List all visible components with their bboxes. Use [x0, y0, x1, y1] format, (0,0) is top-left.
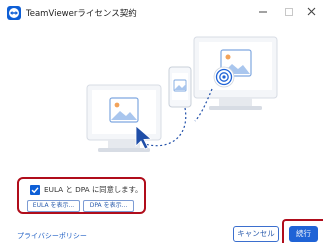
cancel-button[interactable]: キャンセル [233, 226, 279, 242]
view-dpa-button[interactable]: DPA を表示... [83, 200, 134, 212]
remote-connection-illustration [0, 26, 323, 172]
smartphone-icon [168, 66, 192, 108]
maximize-icon[interactable] [280, 4, 298, 20]
consent-checkbox[interactable] [30, 185, 40, 195]
privacy-policy-link[interactable]: プライバシーポリシー [17, 231, 87, 241]
consent-label[interactable]: EULA と DPA に同意します。 [44, 185, 142, 195]
title-bar: TeamViewerライセンス契約 [0, 0, 323, 26]
continue-button[interactable]: 続行 [289, 226, 318, 242]
consent-section: EULA と DPA に同意します。 EULA を表示... DPA を表示..… [17, 177, 146, 214]
view-eula-button[interactable]: EULA を表示... [27, 200, 80, 212]
teamviewer-logo-icon [7, 6, 21, 20]
window-title: TeamViewerライセンス契約 [26, 9, 137, 19]
minimize-icon[interactable] [254, 4, 272, 20]
image-icon [109, 97, 139, 123]
close-icon[interactable] [303, 4, 321, 20]
target-icon [213, 66, 235, 88]
